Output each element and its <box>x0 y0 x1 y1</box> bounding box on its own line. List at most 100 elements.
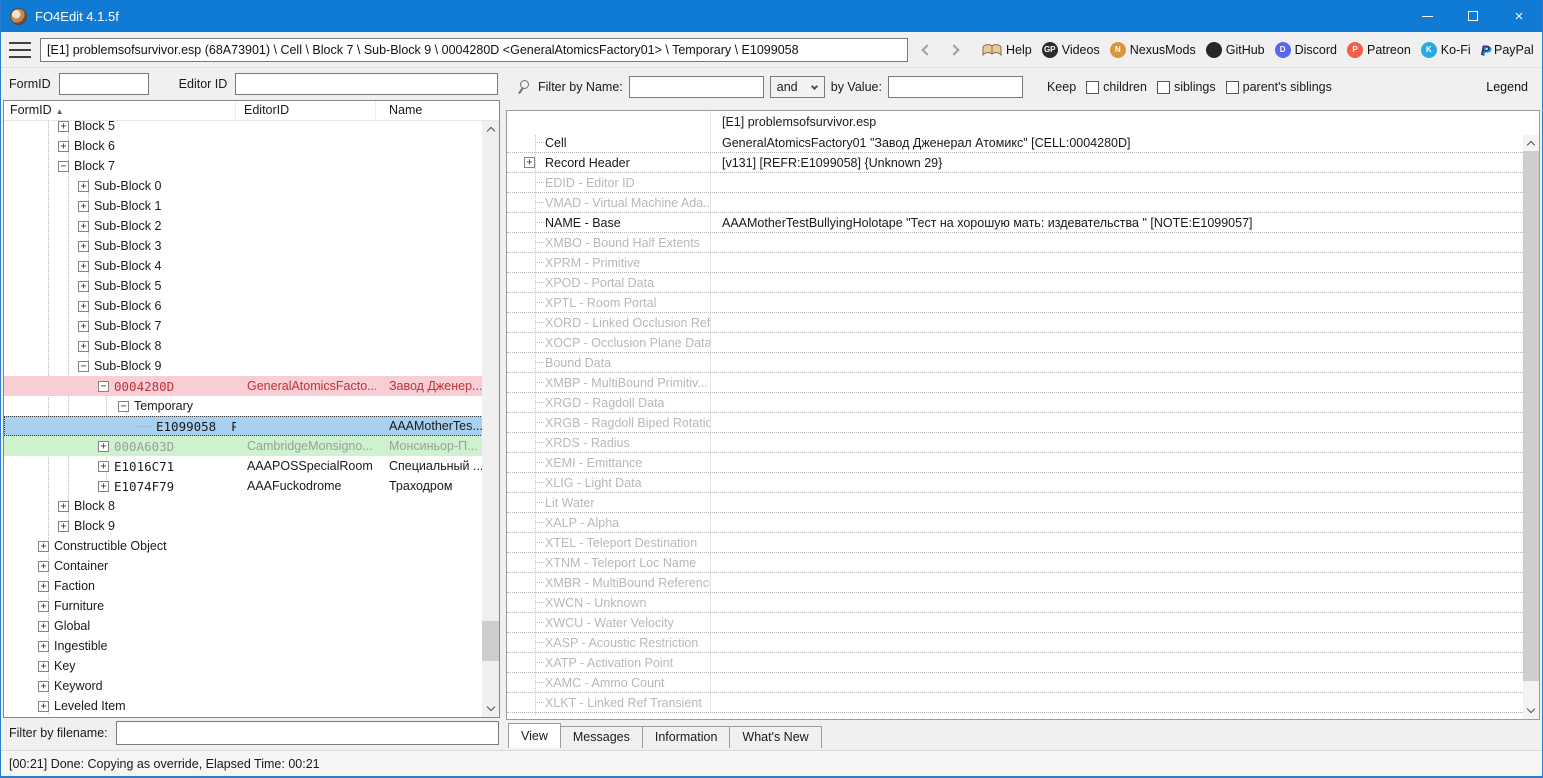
expand-icon[interactable]: + <box>78 281 89 292</box>
record-row[interactable]: XPRM - Primitive <box>507 253 1539 273</box>
link-kofi[interactable]: KKo-Fi <box>1421 42 1471 58</box>
filter-operator-select[interactable]: and <box>770 76 825 98</box>
record-row[interactable]: XMBR - MultiBound Reference <box>507 573 1539 593</box>
expand-icon[interactable]: + <box>78 261 89 272</box>
expand-icon[interactable]: + <box>38 581 49 592</box>
record-row[interactable]: XWCN - Unknown <box>507 593 1539 613</box>
record-row[interactable]: XPOD - Portal Data <box>507 273 1539 293</box>
record-row[interactable]: XTEL - Teleport Destination <box>507 533 1539 553</box>
record-row[interactable]: VMAD - Virtual Machine Ada... <box>507 193 1539 213</box>
tree-row[interactable]: E1099058 Placed ObjectAAAMotherTes... <box>4 416 499 436</box>
scroll-down-icon[interactable] <box>482 700 499 717</box>
tree-row[interactable]: +Ingestible <box>4 636 499 656</box>
tree-row[interactable]: +Sub-Block 7 <box>4 316 499 336</box>
checkbox-icon[interactable] <box>1086 81 1099 94</box>
expand-icon[interactable]: + <box>98 461 109 472</box>
column-header-editorid[interactable]: EditorID <box>236 101 376 120</box>
expand-icon[interactable]: + <box>78 201 89 212</box>
record-row[interactable]: Lit Water <box>507 493 1539 513</box>
record-row[interactable]: XAMC - Ammo Count <box>507 673 1539 693</box>
expand-icon[interactable]: + <box>38 681 49 692</box>
tree-row[interactable]: +Key <box>4 656 499 676</box>
tree-scrollbar[interactable] <box>482 121 499 717</box>
tree-row[interactable]: −Temporary <box>4 396 499 416</box>
menu-icon[interactable] <box>9 42 31 58</box>
record-row[interactable]: NAME - BaseAAAMotherTestBullyingHolotape… <box>507 213 1539 233</box>
record-row[interactable]: Bound Data <box>507 353 1539 373</box>
record-row[interactable]: XLIG - Light Data <box>507 473 1539 493</box>
expand-icon[interactable]: + <box>78 241 89 252</box>
record-row[interactable]: XORD - Linked Occlusion Ref... <box>507 313 1539 333</box>
maximize-button[interactable] <box>1450 0 1496 32</box>
expand-icon[interactable]: + <box>78 181 89 192</box>
checkbox-icon[interactable] <box>1157 81 1170 94</box>
expand-icon[interactable]: + <box>78 341 89 352</box>
tree-row[interactable]: −0004280DGeneralAtomicsFacto...Завод Дже… <box>4 376 499 396</box>
tree-row[interactable]: +Furniture <box>4 596 499 616</box>
checkbox-icon[interactable] <box>1226 81 1239 94</box>
record-row[interactable]: XOCP - Occlusion Plane Data <box>507 333 1539 353</box>
expand-icon[interactable]: + <box>58 121 69 132</box>
record-row[interactable]: CellGeneralAtomicsFactory01 "Завод Джене… <box>507 133 1539 153</box>
record-row[interactable]: XLKT - Linked Ref Transient <box>507 693 1539 713</box>
tree-row[interactable]: −Sub-Block 9 <box>4 356 499 376</box>
column-header-name[interactable]: Name <box>376 101 499 120</box>
link-github[interactable]: GitHub <box>1206 42 1265 58</box>
tree-row[interactable]: +Sub-Block 4 <box>4 256 499 276</box>
tree-row[interactable]: −Block 7 <box>4 156 499 176</box>
record-row[interactable]: XPTL - Room Portal <box>507 293 1539 313</box>
scroll-up-icon[interactable] <box>1523 135 1539 152</box>
tree-row[interactable]: +Sub-Block 3 <box>4 236 499 256</box>
tree-row[interactable]: +Sub-Block 1 <box>4 196 499 216</box>
tree-row[interactable]: +Block 5 <box>4 121 499 136</box>
tree-row[interactable]: +Global <box>4 616 499 636</box>
record-row[interactable]: XALP - Alpha <box>507 513 1539 533</box>
expand-icon[interactable]: + <box>78 321 89 332</box>
tree-row[interactable]: +E1016C71AAAPOSSpecialRoomСпециальный ..… <box>4 456 499 476</box>
expand-icon[interactable]: + <box>38 601 49 612</box>
keep-option-children[interactable]: children <box>1086 80 1147 94</box>
record-row[interactable]: XRGD - Ragdoll Data <box>507 393 1539 413</box>
record-row[interactable]: XEMI - Emittance <box>507 453 1539 473</box>
forward-button[interactable] <box>942 38 968 62</box>
tree-row[interactable]: +Sub-Block 8 <box>4 336 499 356</box>
scroll-up-icon[interactable] <box>482 121 499 138</box>
keep-option-siblings[interactable]: siblings <box>1157 80 1216 94</box>
expand-icon[interactable]: + <box>38 621 49 632</box>
tree-row[interactable]: +Sub-Block 6 <box>4 296 499 316</box>
record-row[interactable]: EDID - Editor ID <box>507 173 1539 193</box>
breadcrumb[interactable] <box>40 38 908 62</box>
expand-icon[interactable]: + <box>58 521 69 532</box>
link-paypal[interactable]: PPayPal <box>1481 43 1534 57</box>
tree-row[interactable]: +Constructible Object <box>4 536 499 556</box>
link-discord[interactable]: DDiscord <box>1275 42 1337 58</box>
keep-option-parent-s-siblings[interactable]: parent's siblings <box>1226 80 1332 94</box>
tree-row[interactable]: +000A603DCambridgeMonsigno...Монсиньор-П… <box>4 436 499 456</box>
expand-icon[interactable]: + <box>58 501 69 512</box>
expand-icon[interactable]: + <box>38 701 49 712</box>
tree-row[interactable]: +Block 9 <box>4 516 499 536</box>
collapse-icon[interactable]: − <box>58 161 69 172</box>
record-scrollbar[interactable] <box>1523 135 1539 719</box>
column-header-formid[interactable]: FormID▲ <box>4 101 236 120</box>
tree-row[interactable]: +E1074F79AAAFuckodromeТраходром <box>4 476 499 496</box>
tree-row[interactable]: +Keyword <box>4 676 499 696</box>
tree-row[interactable]: +Leveled Item <box>4 696 499 716</box>
record-row[interactable]: XMBP - MultiBound Primitiv... <box>507 373 1539 393</box>
expand-icon[interactable]: + <box>78 301 89 312</box>
pin-icon[interactable] <box>516 79 530 95</box>
record-row[interactable]: XWCU - Water Velocity <box>507 613 1539 633</box>
expand-icon[interactable]: + <box>78 221 89 232</box>
link-nexusmods[interactable]: NNexusMods <box>1110 42 1196 58</box>
tab-whatsnew[interactable]: What's New <box>730 726 821 748</box>
record-row[interactable]: XTNM - Teleport Loc Name <box>507 553 1539 573</box>
record-row[interactable]: XRDS - Radius <box>507 433 1539 453</box>
collapse-icon[interactable]: − <box>118 401 129 412</box>
tree-row[interactable]: +Block 6 <box>4 136 499 156</box>
tree-row[interactable]: +Sub-Block 2 <box>4 216 499 236</box>
tab-view[interactable]: View <box>508 723 561 748</box>
expand-icon[interactable]: + <box>98 481 109 492</box>
filter-value-input[interactable] <box>888 76 1023 98</box>
tree-row[interactable]: +Block 8 <box>4 496 499 516</box>
tree-row[interactable]: +Sub-Block 5 <box>4 276 499 296</box>
